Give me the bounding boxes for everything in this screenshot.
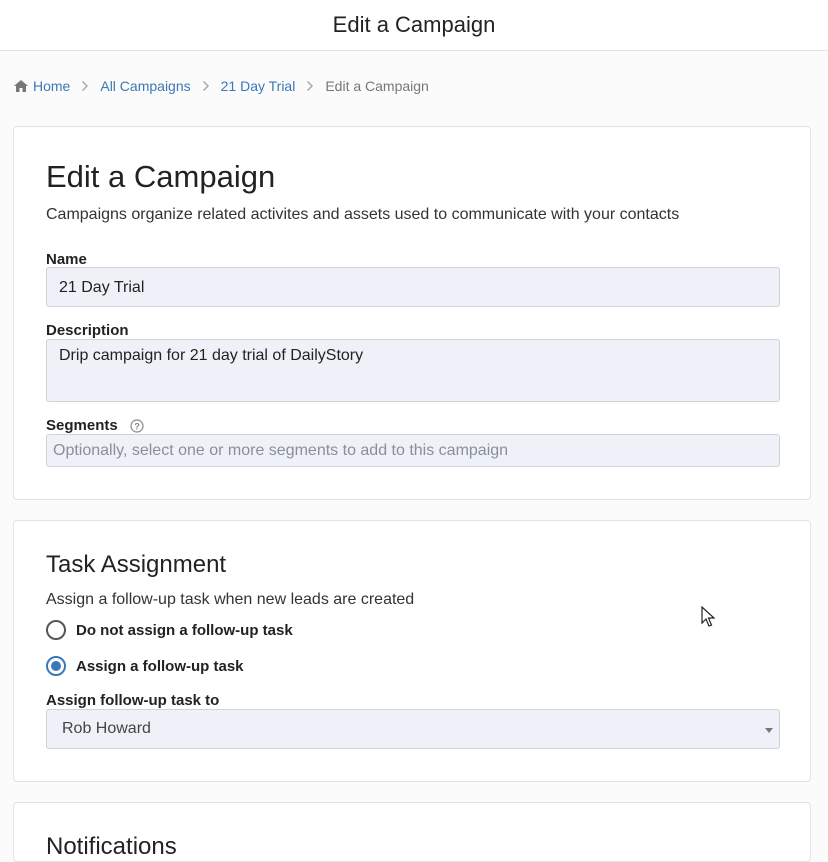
- notifications-title: Notifications: [46, 833, 177, 860]
- caret-down-icon: [765, 728, 773, 733]
- breadcrumb-home[interactable]: Home: [33, 78, 70, 94]
- radio-unchecked[interactable]: [46, 620, 66, 640]
- home-icon[interactable]: [13, 79, 29, 93]
- card-subtitle: Campaigns organize related activites and…: [46, 206, 680, 223]
- top-bar: Edit a Campaign: [0, 0, 828, 51]
- description-label: Description: [46, 322, 129, 339]
- description-textarea[interactable]: Drip campaign for 21 day trial of DailyS…: [46, 339, 780, 402]
- task-card-title: Task Assignment: [46, 551, 227, 578]
- segments-placeholder: Optionally, select one or more segments …: [53, 442, 509, 459]
- assign-to-value: Rob Howard: [62, 720, 151, 737]
- radio-no-task-label: Do not assign a follow-up task: [76, 621, 293, 639]
- segments-select[interactable]: Optionally, select one or more segments …: [46, 434, 780, 467]
- assign-to-label: Assign follow-up task to: [46, 692, 220, 709]
- radio-assign-task[interactable]: Assign a follow-up task: [46, 656, 244, 676]
- page-header-title: Edit a Campaign: [332, 12, 496, 37]
- radio-checked[interactable]: [46, 656, 66, 676]
- notifications-card: Notifications: [13, 802, 811, 862]
- segments-label: Segments ?: [46, 417, 144, 434]
- chevron-right-icon: [306, 80, 314, 92]
- description-value: Drip campaign for 21 day trial of DailyS…: [59, 347, 364, 364]
- name-input[interactable]: 21 Day Trial: [46, 267, 780, 307]
- name-value: 21 Day Trial: [59, 279, 145, 296]
- task-assignment-card: Task Assignment Assign a follow-up task …: [13, 520, 811, 782]
- name-label: Name: [46, 251, 87, 268]
- campaign-details-card: Edit a Campaign Campaigns organize relat…: [13, 126, 811, 500]
- mouse-cursor-icon: [701, 605, 716, 633]
- breadcrumb-current: Edit a Campaign: [325, 78, 429, 94]
- breadcrumb-campaign[interactable]: 21 Day Trial: [221, 78, 296, 94]
- breadcrumb-all-campaigns[interactable]: All Campaigns: [100, 78, 190, 94]
- radio-no-task[interactable]: Do not assign a follow-up task: [46, 620, 293, 640]
- assign-to-select[interactable]: Rob Howard: [46, 709, 780, 749]
- segments-label-text: Segments: [46, 417, 118, 434]
- breadcrumb: Home All Campaigns 21 Day Trial Edit a C…: [13, 78, 429, 94]
- help-icon[interactable]: ?: [130, 419, 144, 433]
- chevron-right-icon: [202, 80, 210, 92]
- radio-assign-task-label: Assign a follow-up task: [76, 657, 244, 675]
- chevron-right-icon: [81, 80, 89, 92]
- card-title: Edit a Campaign: [46, 159, 276, 194]
- task-card-subtitle: Assign a follow-up task when new leads a…: [46, 591, 415, 608]
- svg-text:?: ?: [134, 422, 140, 432]
